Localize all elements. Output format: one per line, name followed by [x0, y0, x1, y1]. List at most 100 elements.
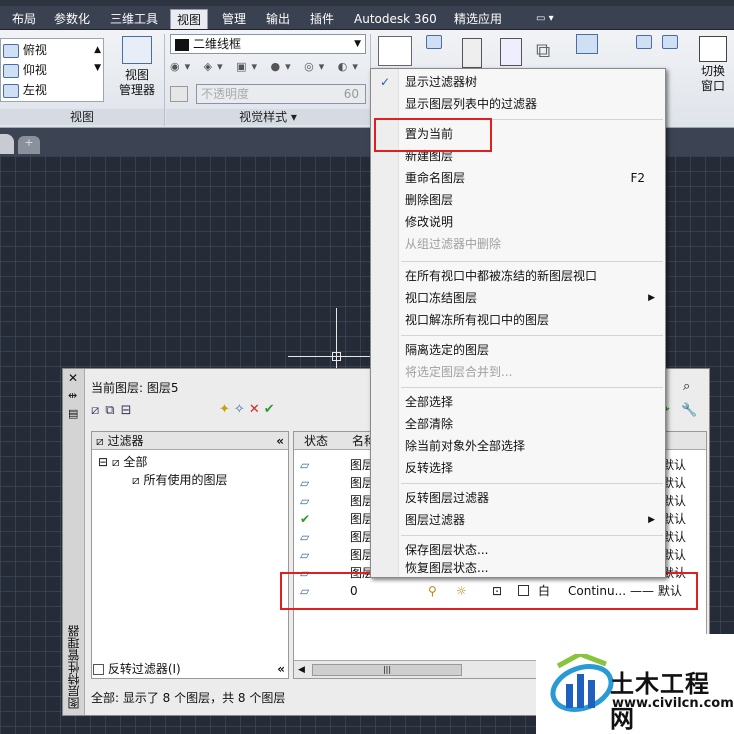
menu-item-modify-description[interactable]: 修改说明 — [371, 211, 665, 233]
layer-states-icon[interactable]: ⊟ — [121, 403, 138, 418]
tab-3d-tools[interactable]: 三维工具 — [104, 9, 164, 29]
tab-parametric[interactable]: 参数化 — [48, 9, 96, 29]
views-list[interactable]: 俯视 仰视 左视 ▲ ▼ — [0, 38, 104, 102]
menu-item-vp-freeze-layer[interactable]: 视口冻结图层 ▶ — [371, 287, 665, 309]
window-icon[interactable] — [636, 34, 654, 52]
opacity-field[interactable]: 不透明度 60 — [196, 84, 366, 104]
settings-icon[interactable]: 🔧 — [681, 403, 697, 418]
scroll-down-icon[interactable]: ▼ — [94, 63, 101, 73]
chevron-down-icon: ▼ — [354, 39, 361, 49]
view-manager-button[interactable]: 视图 管理器 — [114, 36, 160, 106]
menu-item-label: 将选定图层合并到... — [405, 365, 513, 379]
panel-divider — [164, 34, 165, 126]
menu-item-new-layer-vp-frozen[interactable]: 在所有视口中都被冻结的新图层视口 — [371, 265, 665, 287]
tool-icon[interactable] — [426, 34, 442, 52]
new-group-filter-icon[interactable]: ⧉ — [105, 403, 120, 418]
menu-item-rename-layer[interactable]: 重命名图层 F2 — [371, 167, 665, 189]
collapse-icon[interactable]: « — [276, 432, 284, 450]
menu-item-label: 重命名图层 — [405, 171, 466, 185]
switch-window-label: 切换 窗口 — [700, 64, 725, 93]
tool-palettes-icon[interactable]: ⧉ — [536, 38, 568, 64]
window-tile-icon — [662, 34, 678, 49]
submenu-arrow-icon: ▶ — [648, 515, 655, 525]
check-icon: ✓ — [380, 75, 391, 89]
set-current-icon[interactable]: ✔ — [264, 402, 279, 417]
new-property-filter-icon[interactable]: ⧄ — [91, 403, 105, 418]
menu-item-label: 全部清除 — [405, 417, 454, 431]
invert-filter-checkbox[interactable]: 反转过滤器(I) « — [93, 661, 287, 677]
new-layer-frozen-icon[interactable]: ✧ — [234, 402, 249, 417]
menu-item-label: 除当前对象外全部选择 — [405, 439, 526, 453]
menu-item-isolate-layers[interactable]: 隔离选定的图层 — [371, 339, 665, 361]
watermark-logo: 土木工程网 www.civilcn.com — [536, 634, 734, 734]
auto-hide-icon[interactable]: ⇹ — [68, 389, 77, 402]
menu-item-select-all-but-current[interactable]: 除当前对象外全部选择 — [371, 435, 665, 457]
delete-layer-icon[interactable]: ✕ — [249, 402, 264, 417]
filter-icon: ⧄ — [96, 434, 104, 448]
search-icon[interactable]: ⌕ — [683, 379, 690, 394]
menu-separator — [401, 387, 663, 388]
highlight-box-set-current — [374, 118, 492, 152]
palette-icon[interactable] — [462, 38, 482, 68]
window-arrange-icon — [636, 34, 652, 49]
menu-item-invert-layer-filter[interactable]: 反转图层过滤器 — [371, 487, 665, 509]
tab-view[interactable]: 视图 — [170, 9, 209, 29]
visual-style-tools[interactable]: ◉▾ ◈▾ ▣▾ ●▾ ◎▾ ◐▾ — [170, 60, 366, 80]
menu-item-clear-all[interactable]: 全部清除 — [371, 413, 665, 435]
tree-node-all-used[interactable]: ⧄ 所有使用的图层 — [132, 472, 227, 488]
new-layer-icon[interactable]: ✦ — [219, 402, 234, 417]
scroll-up-icon[interactable]: ▲ — [94, 45, 101, 55]
view-item-top[interactable]: 俯视 — [3, 41, 47, 58]
scroll-left-icon[interactable]: ◀ — [298, 661, 305, 679]
file-tab[interactable] — [0, 134, 14, 154]
tab-plugins[interactable]: 插件 — [304, 9, 340, 29]
visual-style-value: 二维线框 — [193, 37, 242, 51]
menu-item-select-all[interactable]: 全部选择 — [371, 391, 665, 413]
menu-item-layer-filters[interactable]: 图层过滤器 ▶ — [371, 509, 665, 531]
menu-item-restore-layer-state[interactable]: 恢复图层状态... — [371, 559, 665, 577]
properties-menu-icon[interactable]: ▤ — [68, 407, 78, 420]
menu-item-merge-layers: 将选定图层合并到... — [371, 361, 665, 383]
filter-header-label: 过滤器 — [107, 434, 144, 448]
view-item-bottom[interactable]: 仰视 — [3, 61, 47, 78]
tab-output[interactable]: 输出 — [260, 9, 296, 29]
layer-status-icon: ▱ — [300, 530, 310, 544]
toggle-icon[interactable] — [576, 34, 598, 54]
invert-filter-label: 反转过滤器(I) — [107, 662, 181, 676]
tab-extra-icon[interactable]: ▭ ▾ — [530, 9, 560, 29]
switch-window-button[interactable]: 切换 窗口 — [694, 36, 732, 106]
tab-autodesk360[interactable]: Autodesk 360 — [348, 9, 443, 29]
menu-item-show-filters-in-list[interactable]: 显示图层列表中的过滤器 — [371, 93, 665, 115]
properties-icon[interactable] — [500, 38, 522, 66]
visual-style-combo[interactable]: 二维线框 ▼ — [170, 34, 366, 54]
column-status[interactable]: 状态 — [304, 432, 328, 450]
menu-item-label: 删除图层 — [405, 193, 454, 207]
menu-item-vp-thaw-all[interactable]: 视口解冻所有视口中的图层 — [371, 309, 665, 331]
filter-header: ⧄ 过滤器 « — [92, 432, 288, 450]
menu-item-invert-selection[interactable]: 反转选择 — [371, 457, 665, 479]
window-icon-2[interactable] — [662, 34, 680, 52]
views-panel-title: 视图 — [0, 109, 164, 125]
menu-item-delete-layer[interactable]: 删除图层 — [371, 189, 665, 211]
menu-item-save-layer-state[interactable]: 保存图层状态... — [371, 539, 665, 561]
opacity-placeholder: 不透明度 — [201, 87, 250, 101]
menu-separator — [401, 261, 663, 262]
view-manager-icon — [122, 36, 152, 64]
tab-layout[interactable]: 布局 — [6, 9, 42, 29]
scroll-thumb[interactable]: ||| — [312, 664, 462, 676]
tree-node-all[interactable]: ⊟ ⧄ 全部 — [98, 454, 147, 470]
new-tab-button[interactable]: + — [18, 136, 40, 154]
view-item-left[interactable]: 左视 — [3, 81, 47, 98]
menu-item-label: 视口解冻所有视口中的图层 — [405, 313, 550, 327]
checkbox-box[interactable] — [93, 664, 104, 675]
menu-item-show-filter-tree[interactable]: ✓ 显示过滤器树 — [371, 71, 665, 93]
tab-featured-apps[interactable]: 精选应用 — [448, 9, 508, 29]
current-layer-label: 当前图层: 图层5 — [91, 381, 179, 395]
close-icon[interactable]: ✕ — [68, 371, 78, 385]
ribbon-tabs: 布局 参数化 三维工具 视图 管理 输出 插件 Autodesk 360 精选应… — [0, 6, 734, 30]
tab-manage[interactable]: 管理 — [216, 9, 252, 29]
viewport-icon[interactable] — [378, 36, 412, 66]
collapse-icon[interactable]: « — [277, 661, 285, 677]
switch-window-icon — [699, 36, 727, 62]
layer-status-icon: ▱ — [300, 458, 310, 472]
